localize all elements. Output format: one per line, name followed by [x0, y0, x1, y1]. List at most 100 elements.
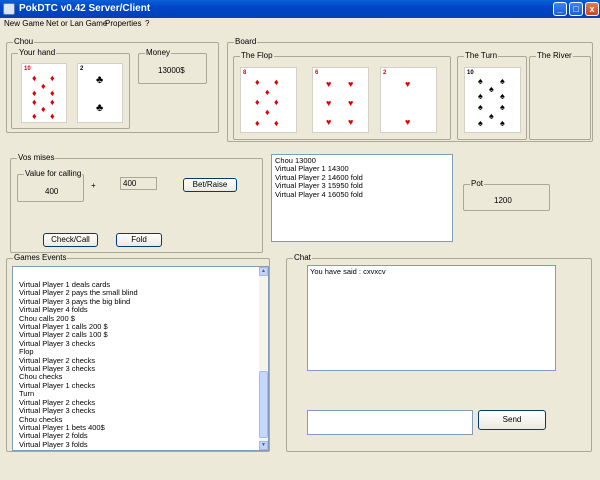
heart-icon: ♥ — [348, 79, 354, 89]
board-label: Board — [234, 37, 258, 47]
chat-input[interactable] — [307, 410, 473, 435]
event-line: Virtual Player 1 checks — [19, 380, 96, 390]
app-window: PokDTC v0.42 Server/Client _ □ x New Gam… — [0, 0, 600, 480]
heart-icon: ♥ — [405, 117, 411, 127]
scroll-up-icon[interactable]: ▲ — [259, 267, 268, 276]
scroll-thumb[interactable] — [259, 371, 268, 438]
board-group: Board The Flop 8 ♦ ♦ ♦ ♦ ♦ ♦ ♦ ♦ 6 ♥ ♥ ♥… — [227, 37, 593, 142]
spade-icon: ♠ — [500, 118, 505, 128]
pot-label: Pot — [470, 179, 485, 189]
diamond-icon: ♦ — [32, 111, 37, 121]
send-button[interactable]: Send — [478, 410, 546, 430]
menu-help[interactable]: ? — [145, 19, 149, 28]
value-for-calling: 400 — [45, 187, 59, 196]
diamond-icon: ♦ — [274, 77, 279, 87]
fold-button[interactable]: Fold — [116, 233, 162, 247]
diamond-icon: ♦ — [274, 118, 279, 128]
turn-label: The Turn — [464, 51, 499, 61]
events-lines: Virtual Player 1 deals cards Virtual Pla… — [19, 280, 257, 449]
raise-amount-value: 400 — [123, 179, 137, 188]
pot-value: 1200 — [494, 196, 512, 205]
heart-icon: ♥ — [348, 98, 354, 108]
spade-icon: ♠ — [500, 76, 505, 86]
diamond-icon: ♦ — [255, 118, 260, 128]
bet-raise-button[interactable]: Bet/Raise — [183, 178, 237, 192]
player-row: Virtual Player 4 16050 fold — [275, 189, 363, 199]
maximize-button[interactable]: □ — [569, 2, 583, 16]
river-group: The River — [529, 51, 591, 140]
spade-icon: ♠ — [500, 102, 505, 112]
hand-card-1: 10 ♦ ♦ ♦ ♦ ♦ ♦ ♦ ♦ ♦ ♦ — [21, 63, 67, 123]
events-list[interactable]: Virtual Player 1 deals cards Virtual Pla… — [12, 266, 269, 451]
menu-new-game[interactable]: New Game — [4, 19, 44, 28]
diamond-icon: ♦ — [265, 107, 270, 117]
flop-card-1: 8 ♦ ♦ ♦ ♦ ♦ ♦ ♦ ♦ — [240, 67, 297, 133]
minimize-button[interactable]: _ — [553, 2, 567, 16]
diamond-icon: ♦ — [50, 97, 55, 107]
diamond-icon: ♦ — [32, 97, 37, 107]
spade-icon: ♠ — [478, 118, 483, 128]
bets-group: Vos mises Value for calling 400 + 400 Be… — [10, 153, 263, 253]
raise-amount-input[interactable]: 400 — [120, 177, 157, 190]
check-call-button[interactable]: Check/Call — [43, 233, 98, 247]
diamond-icon: ♦ — [255, 97, 260, 107]
river-label: The River — [536, 51, 573, 61]
heart-icon: ♥ — [326, 98, 332, 108]
money-value: 13000$ — [158, 66, 185, 75]
title-bar[interactable]: PokDTC v0.42 Server/Client _ □ x — [0, 0, 600, 18]
menu-net-or-lan-game[interactable]: Net or Lan Game — [46, 19, 107, 28]
spade-icon: ♠ — [489, 84, 494, 94]
flop-group: The Flop 8 ♦ ♦ ♦ ♦ ♦ ♦ ♦ ♦ 6 ♥ ♥ ♥ ♥ ♥ ♥… — [233, 51, 451, 140]
flop-card-2: 6 ♥ ♥ ♥ ♥ ♥ ♥ — [312, 67, 369, 133]
card-rank: 10 — [24, 66, 31, 72]
pot-group: Pot 1200 — [463, 179, 550, 211]
spade-icon: ♠ — [500, 91, 505, 101]
app-icon — [3, 3, 15, 15]
events-group-label: Games Events — [13, 253, 68, 263]
diamond-icon: ♦ — [41, 104, 46, 114]
diamond-icon: ♦ — [265, 87, 270, 97]
plus-sign: + — [91, 181, 96, 190]
chat-group-label: Chat — [293, 253, 312, 263]
event-line: Virtual Player 3 checks — [19, 338, 96, 348]
turn-card: 10 ♠ ♠ ♠ ♠ ♠ ♠ ♠ ♠ ♠ ♠ — [464, 67, 521, 133]
flop-card-3: 2 ♥ ♥ — [380, 67, 437, 133]
card-rank: 6 — [315, 70, 319, 76]
diamond-icon: ♦ — [50, 73, 55, 83]
heart-icon: ♥ — [348, 117, 354, 127]
menu-properties[interactable]: Properties — [105, 19, 141, 28]
hand-label: Your hand — [18, 48, 57, 58]
diamond-icon: ♦ — [41, 81, 46, 91]
events-group: Games Events Virtual Player 1 deals card… — [6, 253, 270, 452]
diamond-icon: ♦ — [274, 97, 279, 107]
card-rank: 2 — [383, 70, 387, 76]
hand-group: Your hand 10 ♦ ♦ ♦ ♦ ♦ ♦ ♦ ♦ ♦ ♦ 2 ♣ ♣ — [11, 48, 130, 129]
turn-group: The Turn 10 ♠ ♠ ♠ ♠ ♠ ♠ ♠ ♠ ♠ ♠ — [457, 51, 527, 140]
menu-bar: New Game Net or Lan Game Properties ? — [0, 18, 600, 30]
players-list[interactable]: Chou 13000 Virtual Player 1 14300 Virtua… — [271, 154, 453, 242]
event-line: Virtual Player 3 folds — [19, 439, 88, 449]
events-scrollbar[interactable]: ▲ ▼ — [259, 267, 268, 450]
card-rank: 8 — [243, 70, 247, 76]
value-for-calling-group: Value for calling 400 — [17, 169, 84, 202]
spade-icon: ♠ — [478, 91, 483, 101]
chat-group: Chat You have said : cxvxcv Send — [286, 253, 592, 452]
value-for-calling-label: Value for calling — [24, 169, 83, 179]
card-rank: 10 — [467, 70, 474, 76]
hand-card-2: 2 ♣ ♣ — [77, 63, 123, 123]
window-title: PokDTC v0.42 Server/Client — [19, 3, 151, 14]
club-icon: ♣ — [96, 102, 104, 114]
money-group: Money 13000$ — [138, 48, 207, 84]
scroll-down-icon[interactable]: ▼ — [259, 441, 268, 450]
card-rank: 2 — [80, 66, 84, 72]
close-button[interactable]: x — [585, 2, 599, 16]
flop-label: The Flop — [240, 51, 274, 61]
chat-messages[interactable]: You have said : cxvxcv — [307, 265, 556, 371]
chat-message: You have said : cxvxcv — [310, 267, 386, 276]
player-group: Chou Your hand 10 ♦ ♦ ♦ ♦ ♦ ♦ ♦ ♦ ♦ ♦ 2 … — [6, 37, 219, 133]
diamond-icon: ♦ — [50, 111, 55, 121]
heart-icon: ♥ — [405, 79, 411, 89]
player-group-label: Chou — [13, 37, 35, 47]
heart-icon: ♥ — [326, 117, 332, 127]
heart-icon: ♥ — [326, 79, 332, 89]
